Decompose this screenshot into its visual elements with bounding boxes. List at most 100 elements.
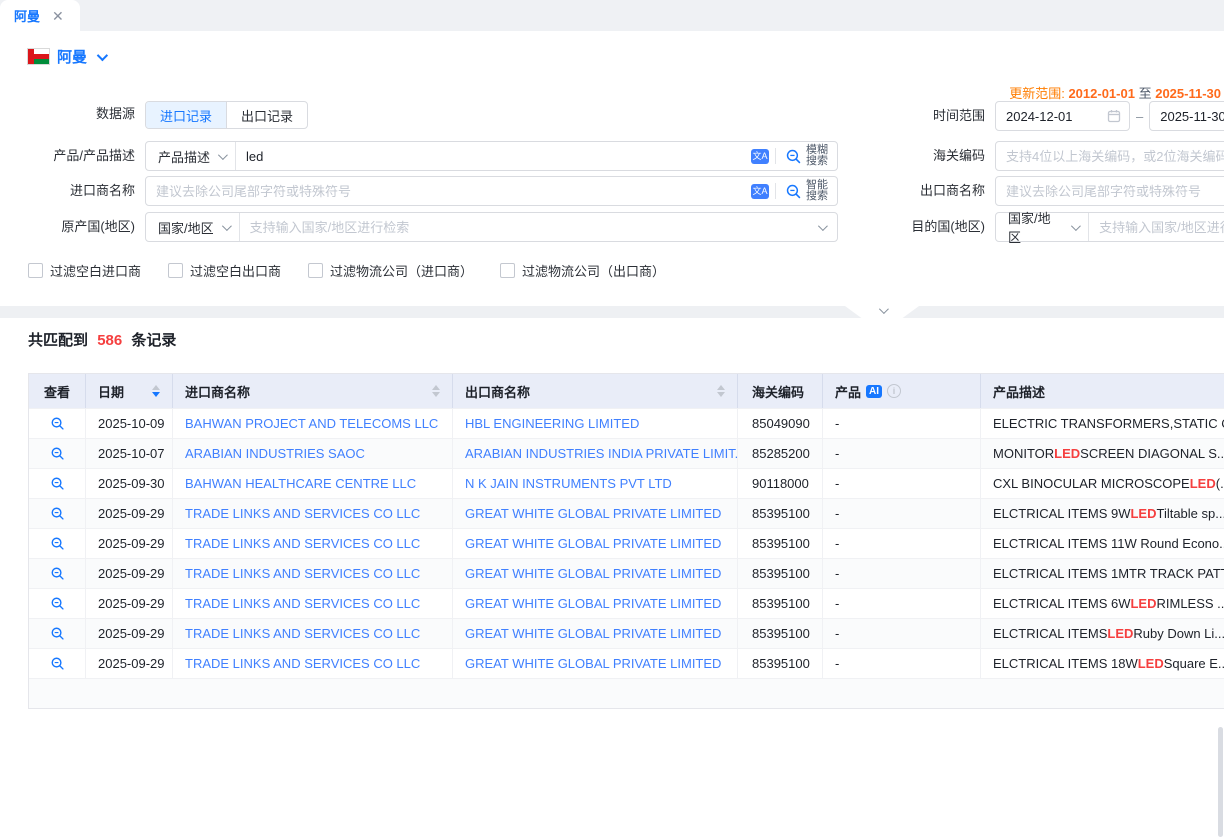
origin-country-label: 原产国(地区) [17,212,135,242]
calendar-icon [1107,109,1121,123]
filter-checkbox[interactable]: 过滤空白进口商 [28,261,141,280]
date-range-separator: – [1136,109,1143,124]
tab-oman[interactable]: 阿曼 ✕ [0,0,80,31]
importer-link[interactable]: BAHWAN HEALTHCARE CENTRE LLC [185,476,416,491]
chevron-down-icon [222,221,232,231]
destination-country-select[interactable]: 国家/地区 [996,213,1089,241]
view-record-button[interactable] [29,559,86,588]
exporter-link[interactable]: GREAT WHITE GLOBAL PRIVATE LIMITED [465,656,721,671]
exporter-link[interactable]: ARABIAN INDUSTRIES INDIA PRIVATE LIMIT..… [465,446,737,461]
importer-input[interactable] [146,177,749,205]
hs-code-label: 海关编码 [867,141,985,171]
exporter-link[interactable]: GREAT WHITE GLOBAL PRIVATE LIMITED [465,506,721,521]
results-panel: 共匹配到 586 条记录 查看 日期 进口商名称 出口商名称 海关编码 产品 A… [0,318,1224,682]
product-cell: - [823,589,981,618]
date-cell: 2025-10-09 [86,409,173,438]
start-date-input[interactable]: 2024-12-01 [995,101,1130,131]
importer-link[interactable]: TRADE LINKS AND SERVICES CO LLC [185,596,420,611]
importer-link[interactable]: TRADE LINKS AND SERVICES CO LLC [185,506,420,521]
col-importer-label: 进口商名称 [185,382,250,401]
translate-icon[interactable]: 文A [751,184,769,199]
view-record-button[interactable] [29,649,86,678]
table-row: 2025-09-29 TRADE LINKS AND SERVICES CO L… [29,618,1224,648]
product-desc-cell: MONITOR LED SCREEN DIAGONAL S... [981,439,1224,468]
exporter-link[interactable]: GREAT WHITE GLOBAL PRIVATE LIMITED [465,536,721,551]
chevron-down-icon [818,221,828,231]
magnifier-icon [50,656,65,671]
hs-code-input[interactable] [996,142,1224,170]
tab-title: 阿曼 [14,6,40,25]
exporter-link[interactable]: GREAT WHITE GLOBAL PRIVATE LIMITED [465,566,721,581]
col-product-desc: 产品描述 [981,374,1224,408]
smart-search-button[interactable]: 智能 搜索 [776,177,837,205]
end-date-input[interactable]: 2025-11-30 [1149,101,1224,131]
checkbox-label: 过滤物流公司（出口商） [522,261,665,280]
importer-link[interactable]: TRADE LINKS AND SERVICES CO LLC [185,566,420,581]
time-range-label: 时间范围 [867,101,985,131]
origin-country-select-value: 国家/地区 [158,218,214,237]
product-cell: - [823,559,981,588]
view-record-button[interactable] [29,529,86,558]
tab-bar: 阿曼 ✕ [0,0,1224,31]
product-cell: - [823,649,981,678]
checkbox-icon[interactable] [500,263,515,278]
origin-country-input[interactable] [240,213,818,241]
product-desc-cell: ELCTRICAL ITEMS 11W Round Econo... [981,529,1224,558]
sort-icon-date[interactable] [152,385,160,397]
importer-link[interactable]: TRADE LINKS AND SERVICES CO LLC [185,656,420,671]
product-input[interactable] [236,142,749,170]
view-record-button[interactable] [29,619,86,648]
country-selector[interactable]: 阿曼 [28,46,105,67]
checkbox-icon[interactable] [28,263,43,278]
chevron-down-icon [1071,221,1081,231]
checkbox-label: 过滤空白出口商 [190,261,281,280]
product-desc-cell: ELCTRICAL ITEMS 1MTR TRACK PATT... [981,559,1224,588]
filter-checkbox[interactable]: 过滤物流公司（进口商） [308,261,473,280]
fuzzy-search-button[interactable]: 模糊 搜索 [776,142,837,170]
view-record-button[interactable] [29,439,86,468]
importer-link[interactable]: TRADE LINKS AND SERVICES CO LLC [185,626,420,641]
view-record-button[interactable] [29,409,86,438]
magnifier-icon [50,626,65,641]
checkbox-icon[interactable] [308,263,323,278]
table-body: 2025-10-09 BAHWAN PROJECT AND TELECOMS L… [29,408,1224,678]
col-date: 日期 [86,374,173,408]
product-type-select[interactable]: 产品描述 [146,142,236,170]
exporter-link[interactable]: N K JAIN INSTRUMENTS PVT LTD [465,476,672,491]
results-summary: 共匹配到 586 条记录 [28,329,176,350]
view-record-button[interactable] [29,469,86,498]
origin-country-select[interactable]: 国家/地区 [146,213,240,241]
view-record-button[interactable] [29,589,86,618]
importer-link[interactable]: TRADE LINKS AND SERVICES CO LLC [185,536,420,551]
date-cell: 2025-10-07 [86,439,173,468]
tab-export-records[interactable]: 出口记录 [226,102,307,128]
translate-icon[interactable]: 文A [751,149,769,164]
product-cell: - [823,409,981,438]
scrollbar-thumb[interactable] [1218,727,1223,837]
destination-country-label: 目的国(地区) [867,212,985,242]
table-header: 查看 日期 进口商名称 出口商名称 海关编码 产品 AI i 产品描述 [29,374,1224,408]
filter-checkbox[interactable]: 过滤空白出口商 [168,261,281,280]
exporter-input[interactable] [996,177,1224,205]
filter-checkbox[interactable]: 过滤物流公司（出口商） [500,261,665,280]
exporter-link[interactable]: GREAT WHITE GLOBAL PRIVATE LIMITED [465,626,721,641]
info-icon[interactable]: i [887,384,901,398]
exporter-link[interactable]: HBL ENGINEERING LIMITED [465,416,639,431]
sort-icon-importer[interactable] [432,385,440,397]
importer-link[interactable]: BAHWAN PROJECT AND TELECOMS LLC [185,416,438,431]
destination-country-input[interactable] [1089,213,1224,241]
checkbox-icon[interactable] [168,263,183,278]
tab-import-records[interactable]: 进口记录 [146,102,226,128]
update-range-label: 更新范围: [1009,86,1065,101]
product-desc-cell: CXL BINOCULAR MICROSCOPE LED (... [981,469,1224,498]
importer-link[interactable]: ARABIAN INDUSTRIES SAOC [185,446,365,461]
update-range-end: 2025-11-30 [1155,86,1221,101]
close-icon[interactable]: ✕ [52,9,64,23]
oman-flag-icon [28,49,49,64]
view-record-button[interactable] [29,499,86,528]
exporter-link[interactable]: GREAT WHITE GLOBAL PRIVATE LIMITED [465,596,721,611]
col-exporter: 出口商名称 [453,374,738,408]
country-name: 阿曼 [57,46,87,67]
sort-icon-exporter[interactable] [717,385,725,397]
filter-checkbox-row: 过滤空白进口商 过滤空白出口商 过滤物流公司（进口商） 过滤物流公司（出口商） [28,261,665,280]
